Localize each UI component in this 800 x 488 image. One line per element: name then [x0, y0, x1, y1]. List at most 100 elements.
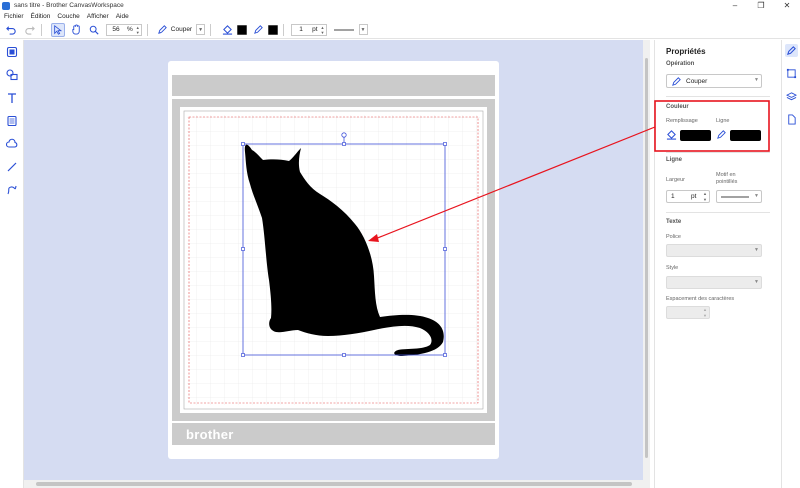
chevron-down-icon: ▼ — [754, 77, 759, 83]
menu-help[interactable]: Aide — [116, 13, 129, 20]
close-icon[interactable]: ✕ — [774, 0, 800, 11]
operation-label: Couper — [170, 26, 193, 33]
mat-grid — [187, 115, 480, 405]
divider — [666, 212, 770, 213]
solid-line-icon — [721, 196, 749, 197]
properties-panel: Propriétés Opération Couper ▼ Couleur Re… — [654, 40, 781, 488]
menu-file[interactable]: Fichier — [4, 13, 24, 20]
font-select[interactable]: ▼ — [666, 244, 762, 257]
horizontal-scroll-thumb[interactable] — [36, 482, 632, 486]
zoom-value[interactable]: 56 — [107, 26, 125, 33]
line-width-value[interactable]: 1 — [671, 193, 685, 200]
cloud-icon[interactable] — [5, 137, 19, 151]
width-label: Largeur — [666, 177, 685, 183]
chevron-down-icon: ▼ — [754, 247, 759, 253]
text-icon[interactable] — [5, 91, 19, 105]
cutting-mat: brother — [168, 61, 499, 459]
chevron-down-icon: ▼ — [358, 24, 368, 35]
line-width-arrows[interactable]: ▲ ▼ — [703, 191, 707, 202]
fill-label: Remplissage — [666, 118, 698, 124]
restore-icon[interactable]: ❐ — [748, 0, 774, 11]
shapes-icon[interactable] — [5, 68, 19, 82]
panel-title: Propriétés — [666, 47, 706, 56]
operation-dropdown[interactable]: Couper ▼ — [157, 24, 206, 36]
window-title: sans titre - Brother CanvasWorkspace — [14, 2, 124, 9]
divider — [666, 96, 770, 97]
toolbar-separator — [283, 23, 285, 36]
app-icon — [2, 1, 10, 10]
font-label: Police — [666, 234, 681, 240]
toolbar-separator — [41, 23, 42, 36]
menu-bar: Fichier Édition Couche Afficher Aide — [0, 11, 800, 21]
horizontal-scrollbar[interactable] — [24, 480, 650, 488]
line-section-label: Ligne — [666, 157, 682, 163]
properties-tab-icon[interactable] — [785, 44, 798, 57]
toolbar-fill-swatch[interactable] — [237, 24, 248, 35]
vertical-scrollbar[interactable] — [643, 40, 650, 480]
line-width-stepper[interactable]: 1 pt ▲ ▼ — [666, 190, 710, 203]
dash-pattern-label: Motif en pointillés — [716, 172, 738, 185]
pattern-icon[interactable] — [5, 114, 19, 128]
fill-bucket-icon[interactable] — [220, 23, 234, 37]
undo-icon[interactable] — [4, 23, 18, 37]
redo-icon[interactable] — [22, 23, 36, 37]
mat-brand-label: brother — [186, 427, 234, 442]
image-trace-icon[interactable] — [5, 45, 19, 59]
chevron-down-icon: ▼ — [754, 193, 759, 199]
line-width-value[interactable]: 1 — [292, 26, 310, 33]
line-pen-icon[interactable] — [251, 23, 265, 37]
style-select[interactable]: ▼ — [666, 276, 762, 289]
left-tool-panel — [0, 40, 24, 488]
dash-pattern-select[interactable]: ▼ — [716, 190, 762, 203]
fill-color-swatch[interactable] — [680, 130, 711, 141]
zoom-unit: % — [127, 26, 133, 33]
line-label: Ligne — [716, 118, 730, 124]
hand-tool-icon[interactable] — [69, 23, 83, 37]
zoom-stepper[interactable]: 56 % ▲ ▼ — [106, 23, 142, 36]
operation-value: Couper — [686, 77, 708, 85]
line-pattern-dropdown[interactable]: ▼ — [333, 24, 368, 36]
style-label: Style — [666, 265, 679, 271]
line-width-stepper[interactable]: 1 pt ▲ ▼ — [291, 23, 327, 36]
line-width-unit: pt — [312, 26, 318, 33]
fill-bucket-icon — [666, 129, 677, 140]
line-width-arrows[interactable]: ▲ ▼ — [320, 25, 326, 35]
freehand-icon[interactable] — [5, 183, 19, 197]
menu-edit[interactable]: Édition — [31, 13, 51, 20]
right-rail — [781, 40, 800, 488]
minimize-icon[interactable]: – — [722, 0, 748, 11]
solid-line-icon — [333, 29, 354, 30]
zoom-arrows[interactable]: ▲ ▼ — [135, 25, 141, 35]
color-section-label: Couleur — [666, 104, 689, 110]
operation-section-label: Opération — [666, 61, 695, 67]
line-color-swatch[interactable] — [730, 130, 761, 141]
transform-tab-icon[interactable] — [785, 67, 798, 80]
divider — [666, 152, 770, 153]
title-bar: sans titre - Brother CanvasWorkspace – ❐… — [0, 0, 800, 11]
toolbar: 56 % ▲ ▼ Couper ▼ 1 pt ▲ ▼ ▼ — [0, 21, 800, 39]
select-tool-icon[interactable] — [51, 22, 65, 37]
text-section-label: Texte — [666, 219, 682, 225]
toolbar-separator — [146, 23, 148, 36]
toolbar-line-swatch[interactable] — [268, 24, 279, 35]
menu-layer[interactable]: Couche — [57, 13, 79, 20]
char-spacing-arrows[interactable]: ▲ ▼ — [703, 307, 707, 318]
cut-pen-icon — [157, 25, 167, 34]
mat-top-band — [172, 75, 495, 96]
layers-tab-icon[interactable] — [785, 90, 798, 103]
page-tab-icon[interactable] — [785, 113, 798, 126]
zoom-icon[interactable] — [87, 23, 101, 37]
line-tool-icon[interactable] — [5, 160, 19, 174]
cut-pen-icon — [672, 76, 681, 86]
window-controls: – ❐ ✕ — [722, 0, 800, 11]
operation-select[interactable]: Couper ▼ — [666, 74, 762, 88]
vertical-scroll-thumb[interactable] — [645, 58, 648, 458]
menu-view[interactable]: Afficher — [87, 13, 109, 20]
chevron-down-icon: ▼ — [754, 279, 759, 285]
char-spacing-label: Espacement des caractères — [666, 296, 735, 302]
chevron-down-icon: ▼ — [196, 24, 206, 35]
char-spacing-stepper[interactable]: ▲ ▼ — [666, 306, 710, 319]
line-width-unit: pt — [691, 193, 697, 200]
toolbar-separator — [210, 23, 212, 36]
line-pen-icon — [716, 129, 727, 140]
